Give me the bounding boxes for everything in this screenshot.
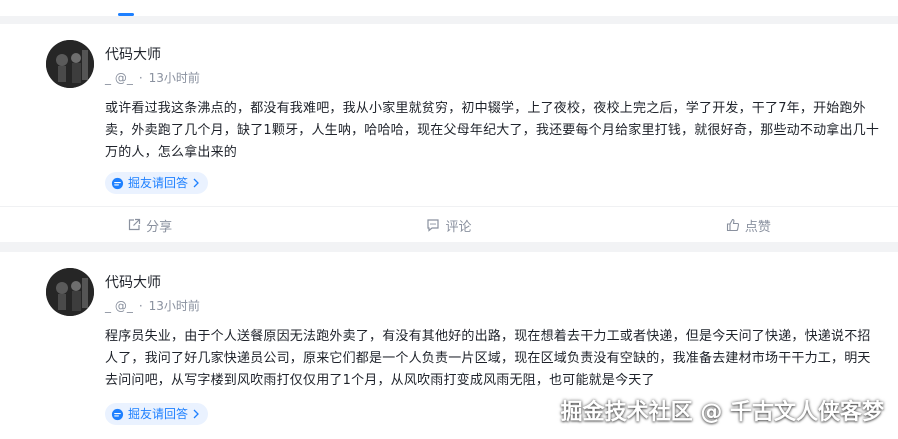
thumbs-up-icon	[726, 218, 739, 232]
active-tab-indicator	[118, 13, 134, 16]
avatar[interactable]	[46, 40, 94, 88]
action-bar: 分享 评论 点赞	[0, 206, 898, 243]
chat-bubble-icon	[111, 177, 124, 190]
post-meta: _ @_ · 13小时前	[105, 69, 200, 86]
share-icon	[129, 218, 141, 231]
chevron-right-icon	[192, 178, 200, 188]
post-content: 程序员失业，由于个人送餐原因无法跑外卖了，有没有其他好的出路，现在想着去干力工或…	[105, 329, 871, 388]
username: _ @_	[105, 71, 133, 85]
post-card: 代码大师 _ @_ · 13小时前 或许看过我这条沸点的，都没有我难吧，我从小家里就…	[0, 24, 898, 242]
author-name[interactable]: 代码大师	[105, 272, 161, 292]
post-time: 13小时前	[148, 299, 200, 313]
watermark: 掘金技术社区 @ 千古文人侠客梦	[560, 400, 884, 425]
post-time: 13小时前	[148, 71, 200, 85]
share-button[interactable]: 分享	[0, 207, 299, 243]
meta-separator: ·	[138, 71, 143, 85]
topic-tag[interactable]: 掘友请回答	[105, 172, 209, 194]
meta-separator: ·	[138, 299, 143, 313]
like-button[interactable]: 点赞	[599, 207, 898, 243]
avatar[interactable]	[46, 268, 94, 316]
author-name[interactable]: 代码大师	[105, 44, 161, 64]
topic-tag[interactable]: 掘友请回答	[105, 403, 209, 425]
feed: 代码大师 _ @_ · 13小时前 或许看过我这条沸点的，都没有我难吧，我从小家里就…	[0, 0, 898, 439]
comment-label: 评论	[445, 219, 472, 235]
comment-button[interactable]: 评论	[299, 207, 598, 243]
share-label: 分享	[146, 219, 173, 235]
topic-label: 掘友请回答	[128, 407, 189, 421]
comment-icon	[427, 219, 440, 232]
tab-bar	[0, 0, 898, 16]
post-meta: _ @_ · 13小时前	[105, 297, 200, 314]
like-label: 点赞	[744, 219, 771, 235]
chevron-right-icon	[192, 409, 200, 419]
topic-label: 掘友请回答	[128, 176, 189, 190]
chat-bubble-icon	[111, 408, 124, 421]
post-content: 或许看过我这条沸点的，都没有我难吧，我从小家里就贫穷，初中辍学，上了夜校，夜校上…	[105, 101, 880, 160]
username: _ @_	[105, 299, 133, 313]
